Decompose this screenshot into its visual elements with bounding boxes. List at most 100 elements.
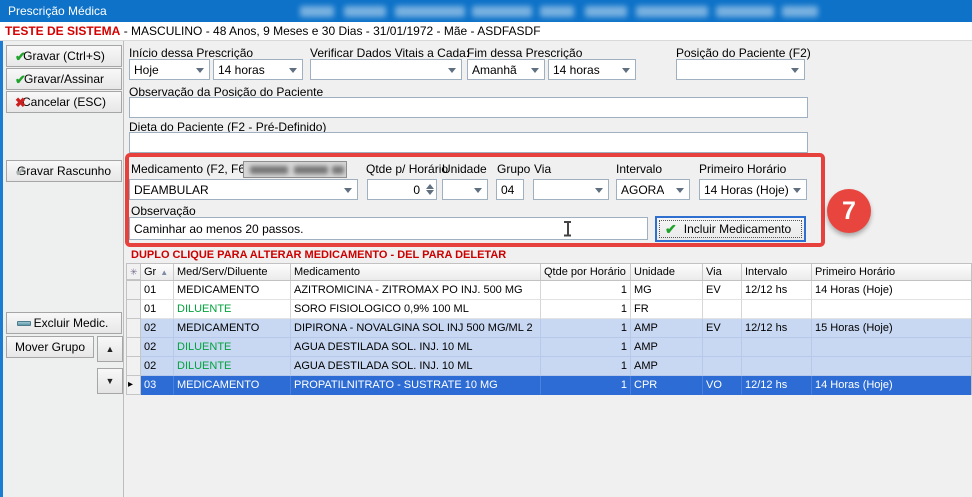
cell-gr: 02 [141, 357, 174, 376]
grid-corner-cell: ✳ [127, 264, 141, 280]
cell-via [703, 300, 742, 319]
cell-tipo: MEDICAMENTO [174, 376, 291, 395]
grid-header-row: ✳ Gr▲ Med/Serv/Diluente Medicamento Qtde… [126, 263, 972, 281]
redacted-text [585, 6, 627, 17]
vitals-check-select[interactable] [310, 59, 462, 80]
chevron-down-icon [474, 188, 482, 193]
cell-medicamento: SORO FISIOLOGICO 0,9% 100 ML [291, 300, 541, 319]
redacted-text [332, 166, 344, 174]
group-value: 04 [501, 183, 514, 197]
chevron-down-icon [676, 188, 684, 193]
save-draft-button[interactable]: ✔ Gravar Rascunho [6, 160, 122, 182]
delete-medication-button[interactable]: Excluir Medic. [6, 312, 122, 334]
spinner-up-icon[interactable] [426, 184, 434, 189]
redacted-text [472, 6, 532, 17]
column-header-tipo[interactable]: Med/Serv/Diluente [174, 264, 291, 280]
patient-name: TESTE DE SISTEMA [5, 24, 120, 38]
cell-via: EV [703, 319, 742, 338]
redacted-button[interactable] [243, 161, 347, 178]
cell-via [703, 338, 742, 357]
column-header-intervalo[interactable]: Intervalo [742, 264, 812, 280]
grid-hint-text: DUPLO CLIQUE PARA ALTERAR MEDICAMENTO - … [131, 249, 506, 261]
grid-body: 01 MEDICAMENTO AZITROMICINA - ZITROMAX P… [126, 281, 972, 395]
save-sign-button[interactable]: ✔ Gravar/Assinar [6, 68, 122, 90]
cell-medicamento: PROPATILNITRATO - SUSTRATE 10 MG [291, 376, 541, 395]
redacted-text [395, 6, 465, 17]
spinner-down-icon[interactable] [426, 190, 434, 195]
end-day-select[interactable]: Amanhã [467, 59, 545, 80]
medication-select[interactable]: DEAMBULAR [129, 179, 358, 200]
observation-input[interactable]: Caminhar ao menos 20 passos. [129, 217, 648, 240]
chevron-down-icon [595, 188, 603, 193]
row-indicator-arrow: ▸ [128, 379, 133, 390]
column-header-gr[interactable]: Gr▲ [141, 264, 174, 280]
table-row[interactable]: 01 MEDICAMENTO AZITROMICINA - ZITROMAX P… [126, 281, 972, 300]
interval-value: AGORA [621, 183, 664, 197]
cell-via: EV [703, 281, 742, 300]
table-row[interactable]: 01 DILUENTE SORO FISIOLOGICO 0,9% 100 ML… [126, 300, 972, 319]
table-row[interactable]: 02 DILUENTE AGUA DESTILADA SOL. INJ. 10 … [126, 338, 972, 357]
cell-intervalo [742, 338, 812, 357]
sidebar: ✔ Gravar (Ctrl+S) ✔ Gravar/Assinar ✖ Can… [3, 41, 124, 497]
cancel-button-label: Cancelar (ESC) [22, 95, 106, 109]
first-time-select[interactable]: 14 Horas (Hoje) [699, 179, 807, 200]
qty-per-time-label: Qtde p/ Horário [366, 162, 448, 176]
column-header-primeiro[interactable]: Primeiro Horário [812, 264, 971, 280]
table-row[interactable]: 02 DILUENTE AGUA DESTILADA SOL. INJ. 10 … [126, 357, 972, 376]
end-day-value: Amanhã [472, 63, 517, 77]
row-indicator [127, 319, 141, 338]
column-header-unidade[interactable]: Unidade [631, 264, 703, 280]
cell-qtde: 1 [541, 376, 631, 395]
cell-tipo: MEDICAMENTO [174, 281, 291, 300]
cell-unidade: AMP [631, 319, 703, 338]
cell-intervalo: 12/12 hs [742, 281, 812, 300]
add-medication-button[interactable]: ✔ Incluir Medicamento [655, 216, 806, 242]
cell-intervalo [742, 357, 812, 376]
check-icon: ✔ [665, 221, 677, 238]
table-row-selected[interactable]: ▸ 03 MEDICAMENTO PROPATILNITRATO - SUSTR… [126, 376, 972, 395]
move-group-down-button[interactable]: ▼ [97, 368, 123, 394]
row-indicator-current: ▸ [127, 376, 141, 395]
medication-value: DEAMBULAR [134, 183, 209, 197]
save-button-label: Gravar (Ctrl+S) [23, 49, 105, 63]
column-header-qtde[interactable]: Qtde por Horário [541, 264, 631, 280]
start-day-select[interactable]: Hoje [129, 59, 210, 80]
cell-intervalo [742, 300, 812, 319]
position-observation-input[interactable] [129, 97, 808, 118]
patient-position-select[interactable] [676, 59, 805, 80]
cell-gr: 01 [141, 300, 174, 319]
patient-details: - MASCULINO - 48 Anos, 9 Meses e 30 Dias… [124, 24, 541, 38]
column-header-via[interactable]: Via [703, 264, 742, 280]
save-button[interactable]: ✔ Gravar (Ctrl+S) [6, 45, 122, 67]
end-time-value: 14 horas [553, 63, 600, 77]
cell-tipo: DILUENTE [174, 338, 291, 357]
table-row[interactable]: 02 MEDICAMENTO DIPIRONA - NOVALGINA SOL … [126, 319, 972, 338]
cell-unidade: MG [631, 281, 703, 300]
group-label: Grupo [497, 162, 530, 176]
quantity-value: 0 [413, 183, 420, 197]
quantity-stepper[interactable]: 0 [367, 179, 437, 200]
move-group-up-button[interactable]: ▲ [97, 336, 123, 362]
move-group-button[interactable]: Mover Grupo [6, 336, 94, 358]
cell-intervalo: 12/12 hs [742, 319, 812, 338]
cell-primeiro: 14 Horas (Hoje) [812, 376, 971, 395]
row-indicator [127, 300, 141, 319]
chevron-down-icon [196, 68, 204, 73]
route-select[interactable] [533, 179, 609, 200]
cell-tipo: MEDICAMENTO [174, 319, 291, 338]
start-time-select[interactable]: 14 horas [213, 59, 303, 80]
diet-input[interactable] [129, 132, 808, 153]
check-icon: ✔ [15, 50, 26, 63]
cancel-button[interactable]: ✖ Cancelar (ESC) [6, 91, 122, 113]
unit-select[interactable] [442, 179, 488, 200]
observation-value: Caminhar ao menos 20 passos. [134, 222, 303, 236]
column-header-medicamento[interactable]: Medicamento [291, 264, 541, 280]
start-time-value: 14 horas [218, 63, 265, 77]
interval-select[interactable]: AGORA [616, 179, 690, 200]
group-input[interactable]: 04 [496, 179, 524, 200]
sort-asc-icon: ▲ [160, 268, 168, 277]
end-time-select[interactable]: 14 horas [548, 59, 636, 80]
chevron-down-icon [791, 68, 799, 73]
start-day-value: Hoje [134, 63, 159, 77]
cell-qtde: 1 [541, 338, 631, 357]
